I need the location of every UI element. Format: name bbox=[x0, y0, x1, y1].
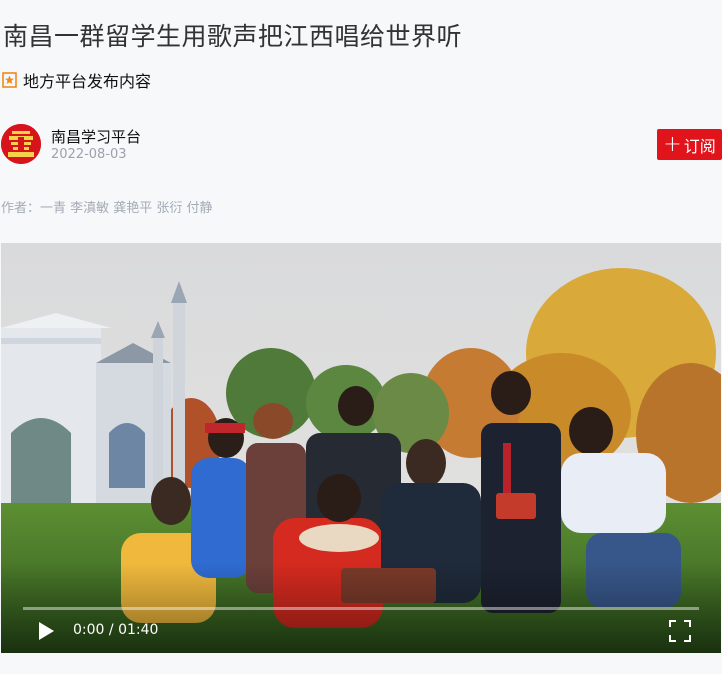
publish-date: 2022-08-03 bbox=[51, 147, 127, 162]
platform-avatar[interactable] bbox=[1, 124, 41, 164]
play-icon bbox=[39, 622, 54, 640]
subscribe-label: 订阅 bbox=[683, 136, 716, 156]
article-byline: 作者：一青 李滇敏 龚艳平 张衍 付静 bbox=[1, 201, 213, 216]
time-display: 0:00 / 01:40 bbox=[73, 622, 158, 638]
fullscreen-button[interactable] bbox=[669, 620, 691, 642]
article-title: 南昌一群留学生用歌声把江西唱给世界听 bbox=[3, 22, 463, 51]
duration: 01:40 bbox=[118, 622, 159, 638]
fullscreen-icon bbox=[669, 620, 691, 642]
current-time: 0:00 bbox=[73, 622, 105, 638]
plus-icon: + bbox=[663, 131, 682, 157]
subscribe-button[interactable]: + 订阅 bbox=[657, 129, 722, 160]
ribbon-badge-icon bbox=[2, 71, 17, 89]
play-button[interactable] bbox=[37, 621, 55, 641]
video-thumbnail bbox=[1, 243, 721, 653]
source-label: 地方平台发布内容 bbox=[23, 72, 152, 91]
source-tag: 地方平台发布内容 bbox=[2, 69, 151, 91]
platform-name[interactable]: 南昌学习平台 bbox=[51, 126, 141, 147]
video-player[interactable]: 0:00 / 01:40 bbox=[1, 243, 721, 653]
progress-bar[interactable] bbox=[23, 607, 699, 610]
time-separator: / bbox=[104, 622, 119, 638]
author-row: 南昌学习平台 2022-08-03 + 订阅 bbox=[0, 124, 722, 168]
